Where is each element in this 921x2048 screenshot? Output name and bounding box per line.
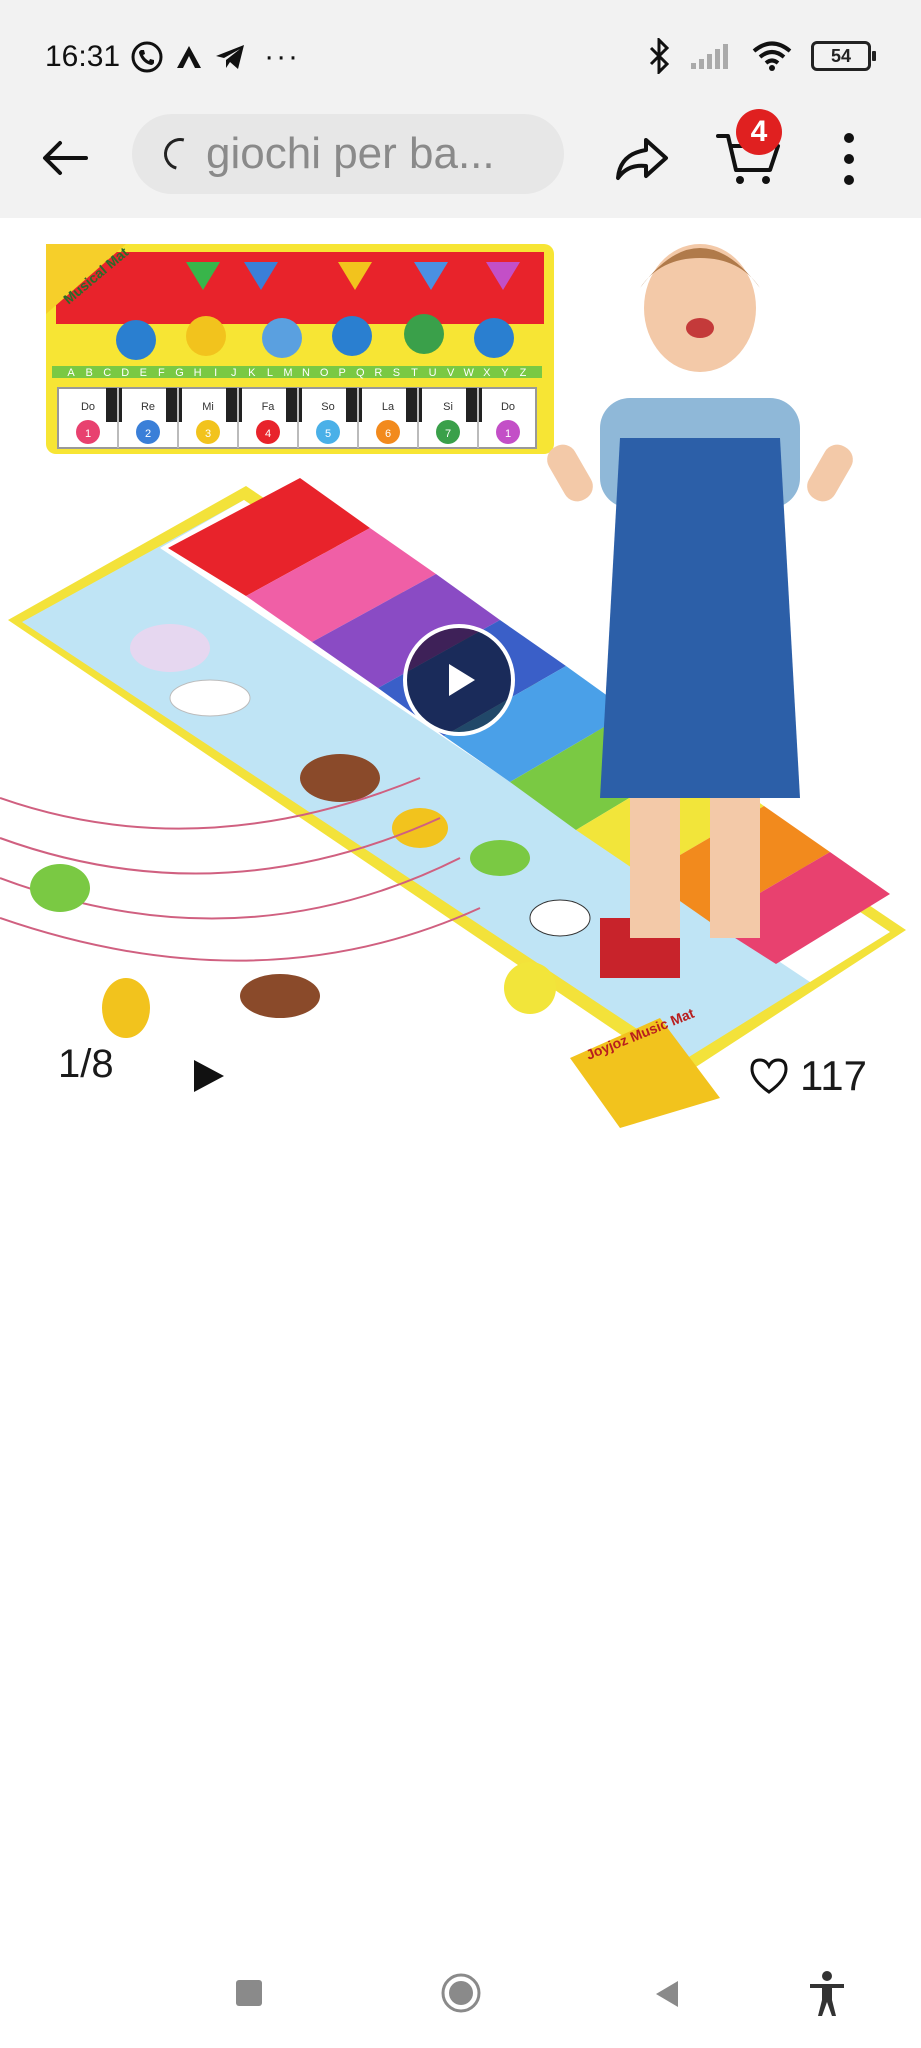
small-mat-key-label: Do [501,401,515,413]
app-bar: giochi per ba... 4 [0,104,921,218]
bluetooth-icon [649,38,670,74]
small-mat-key-number: 6 [385,428,391,440]
small-mat-letter: R [374,367,382,379]
app-a-icon [177,46,202,68]
small-mat-key-label: La [382,401,395,413]
small-mat-letter: Y [501,367,509,379]
small-mat-letter: K [248,367,256,379]
back-triangle-icon[interactable] [652,1978,682,2010]
small-mat-key-number: 1 [85,428,91,440]
small-mat-key-label: Si [443,401,453,413]
small-mat-key-label: Fa [262,401,276,413]
likes-count: 117 [800,1052,867,1099]
status-right: 54 [647,38,876,74]
heart-icon [750,1058,788,1094]
status-time: 16:31 [45,40,121,73]
recents-square-icon[interactable] [234,1978,264,2008]
cart-count-badge: 4 [736,109,782,155]
play-icon[interactable] [188,1056,228,1096]
small-mat-letter: L [267,367,273,379]
small-mat-letter: F [158,367,165,379]
small-mat-letter: Z [520,367,527,379]
small-mat-key-number: 5 [325,428,331,440]
small-mat-letter: E [140,367,147,379]
status-left: 16:31 ··· [45,40,300,74]
small-mat-letter: B [85,367,92,379]
small-mat-letter: C [103,367,111,379]
small-mat-letter: X [483,367,491,379]
small-mat-letter: Q [356,367,365,379]
likes-counter[interactable]: 117 [748,1052,867,1100]
product-image-gallery[interactable]: Musical Mat Do 1 Re 2 Mi 3 Fa 4 So 5 La … [0,218,921,1138]
back-arrow-icon[interactable] [38,130,94,186]
status-bar: 16:31 ··· 54 [0,0,921,104]
play-icon [449,664,475,696]
small-mat-key-label: Do [81,401,95,413]
small-mat-letter: H [194,367,202,379]
search-query-text: giochi per ba... [206,129,495,178]
small-mat-letter: S [393,367,400,379]
battery-indicator: 54 [811,41,876,71]
small-mat-letter: T [411,367,418,379]
small-mat-key-number: 1 [505,428,511,440]
wifi-icon [752,41,792,71]
small-mat-illustration: Musical Mat Do1Re2Mi3Fa4So5La6Si7Do1 A B… [46,244,554,454]
home-circle-icon[interactable] [440,1972,482,2014]
small-mat-letter: D [121,367,129,379]
small-mat-key-number: 4 [265,428,271,440]
share-icon[interactable] [610,126,674,190]
phone-call-icon [131,41,163,73]
small-mat-letter: N [302,367,310,379]
image-counter: 1/8 [58,1042,114,1086]
search-input[interactable]: giochi per ba... [132,114,564,194]
small-mat-key-number: 3 [205,428,211,440]
small-mat-letter: U [429,367,437,379]
small-mat-key-number: 7 [445,428,451,440]
system-navigation-bar [0,1930,921,2048]
small-mat-letter: O [320,367,329,379]
small-mat-key-number: 2 [145,428,151,440]
small-mat-letter: P [339,367,346,379]
small-mat-letter: A [67,367,75,379]
small-mat-letter: W [464,367,475,379]
small-mat-letter: I [214,367,217,379]
video-play-button[interactable] [403,624,515,736]
small-mat-letter: V [447,367,455,379]
small-mat-key-label: Mi [202,401,214,413]
more-options-icon[interactable] [834,128,864,190]
battery-level: 54 [830,45,852,66]
accessibility-icon[interactable] [806,1970,848,2018]
loading-spinner-icon [158,132,202,176]
signal-icon [691,44,728,69]
small-mat-letter: J [231,367,237,379]
small-mat-letter: M [283,367,292,379]
small-mat-letter: G [175,367,184,379]
telegram-icon [216,45,245,69]
small-mat-key-label: So [321,401,334,413]
more-notifications-indicator: ··· [264,40,301,73]
small-mat-key-label: Re [141,401,155,413]
